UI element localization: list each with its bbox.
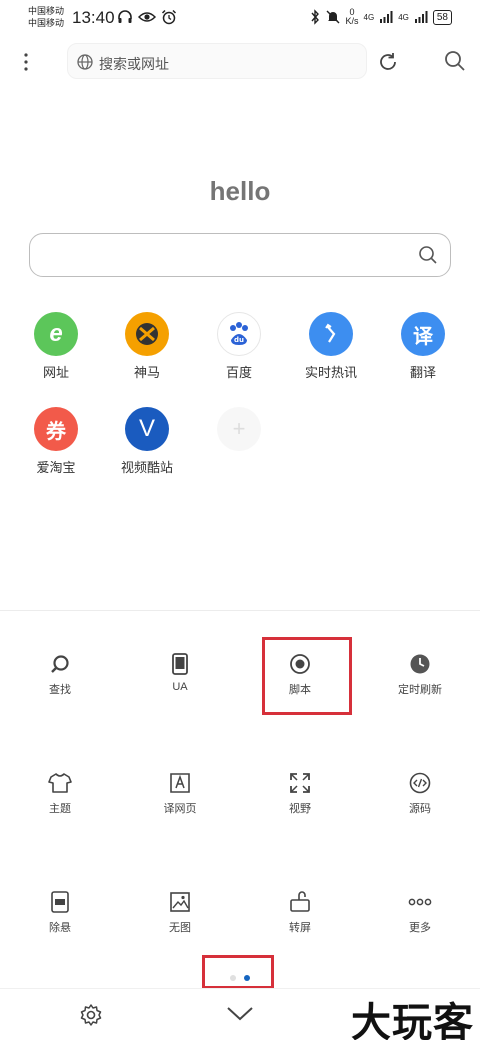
status-bar: 中国移动 中国移动 13:40 0 K/s 4G 4G 58	[0, 0, 480, 36]
alarm-icon	[161, 9, 177, 25]
url-site-icon: e	[34, 312, 78, 356]
coupon-icon: 券	[34, 407, 78, 451]
carrier-1: 中国移动	[28, 6, 65, 16]
shortcut-url[interactable]: e 网址	[10, 312, 102, 381]
home-title: hello	[209, 176, 271, 206]
shortcut-shenma[interactable]: 神马	[101, 312, 193, 381]
tool-label: 转屏	[289, 922, 311, 934]
translate-icon: 译	[401, 312, 445, 356]
bluetooth-icon	[310, 9, 319, 25]
tool-rotate[interactable]: 转屏	[240, 890, 360, 935]
tool-label: 除悬	[49, 922, 71, 934]
tool-auto-refresh[interactable]: 定时刷新	[360, 652, 480, 697]
signal-2-label: 4G	[398, 12, 409, 22]
eye-icon	[138, 12, 156, 22]
gear-icon[interactable]	[79, 1003, 103, 1027]
shortcut-label: 实时热讯	[304, 365, 357, 380]
clock-icon	[410, 654, 430, 674]
mute-bell-icon	[326, 10, 340, 24]
status-icons-right: 0 K/s 4G 4G 58	[310, 8, 452, 26]
carrier-2: 中国移动	[28, 18, 65, 28]
tool-more[interactable]: 更多	[360, 890, 480, 935]
page-dot-1[interactable]	[230, 975, 236, 981]
tool-label: 主题	[49, 803, 71, 815]
shortcut-hotnews[interactable]: 实时热讯	[285, 312, 377, 381]
tool-view[interactable]: 视野	[240, 771, 360, 816]
plus-icon: +	[217, 407, 261, 451]
video-v-icon: V	[125, 407, 169, 451]
shortcut-translate[interactable]: 译 翻译	[377, 312, 469, 381]
baidu-paw-icon: du	[217, 312, 261, 356]
tool-label: UA	[172, 681, 188, 693]
tool-label: 视野	[289, 803, 311, 815]
page-dots-highlight-box	[202, 955, 274, 989]
more-vert-icon[interactable]	[16, 50, 36, 74]
hotnews-arrow-icon	[309, 312, 353, 356]
chevron-down-icon[interactable]	[226, 1005, 254, 1023]
search-icon	[51, 655, 69, 673]
tool-find[interactable]: 查找	[0, 652, 120, 697]
signal-1-label: 4G	[363, 12, 375, 22]
translate-page-icon	[170, 773, 190, 793]
url-placeholder: 搜索或网址	[99, 56, 169, 72]
signal-icon-2	[414, 11, 428, 23]
page-indicator[interactable]	[230, 975, 250, 981]
no-image-icon	[170, 892, 190, 912]
shortcut-video[interactable]: V 视频酷站	[101, 407, 193, 476]
net-speed: 0 K/s	[346, 8, 359, 26]
carrier-info: 中国移动 中国移动	[28, 5, 64, 29]
shortcut-label: 神马	[133, 365, 160, 380]
float-remove-icon	[51, 891, 69, 913]
tool-label: 查找	[49, 684, 71, 696]
url-bar[interactable]: 搜索或网址	[67, 43, 367, 79]
tool-label: 译网页	[163, 803, 197, 815]
shenma-icon	[125, 312, 169, 356]
tool-label: 定时刷新	[398, 684, 442, 696]
page-dot-2[interactable]	[244, 975, 250, 981]
globe-icon	[77, 54, 93, 70]
tool-label: 更多	[409, 922, 431, 934]
rotate-screen-icon	[290, 891, 310, 912]
shortcut-aitaobao[interactable]: 券 爱淘宝	[10, 407, 102, 476]
net-speed-unit: K/s	[345, 16, 359, 26]
tool-ua[interactable]: UA	[120, 652, 240, 693]
expand-icon	[290, 773, 310, 793]
refresh-icon[interactable]	[376, 50, 400, 74]
tool-source[interactable]: 源码	[360, 771, 480, 816]
signal-icon	[380, 11, 393, 23]
shortcut-baidu[interactable]: du 百度	[193, 312, 285, 381]
home-search-input[interactable]	[29, 233, 451, 277]
svg-text:du: du	[234, 336, 244, 344]
shirt-icon	[48, 773, 72, 793]
shortcut-label: 百度	[225, 365, 252, 380]
script-highlight-box	[262, 637, 352, 715]
headphones-icon	[118, 10, 132, 23]
tool-label: 无图	[169, 922, 191, 934]
search-icon[interactable]	[443, 49, 467, 73]
browser-toolbar: 搜索或网址	[0, 40, 480, 84]
shortcut-label: 视频酷站	[120, 460, 173, 475]
shortcut-label: 网址	[42, 365, 69, 380]
clock: 13:40	[72, 8, 115, 27]
battery-indicator: 58	[432, 9, 452, 25]
tool-remove-float[interactable]: 除悬	[0, 890, 120, 935]
shortcut-label: 翻译	[409, 365, 436, 380]
shortcut-label: 爱淘宝	[36, 460, 76, 475]
code-icon	[409, 772, 431, 794]
status-icons-left	[117, 9, 177, 25]
tool-no-image[interactable]: 无图	[120, 890, 240, 935]
watermark: 大玩客	[351, 1000, 474, 1040]
search-icon[interactable]	[418, 245, 438, 265]
tool-theme[interactable]: 主题	[0, 771, 120, 816]
phone-icon	[172, 653, 188, 675]
tool-translate-page[interactable]: 译网页	[120, 771, 240, 816]
more-icon	[408, 898, 432, 906]
add-shortcut-button[interactable]: +	[193, 407, 285, 451]
tool-label: 源码	[409, 803, 431, 815]
